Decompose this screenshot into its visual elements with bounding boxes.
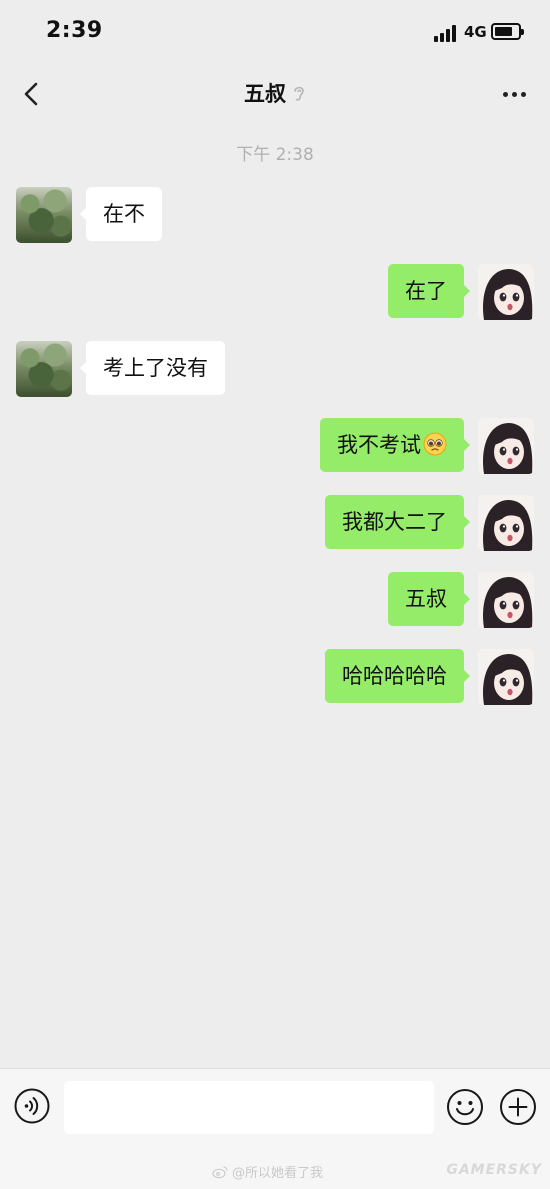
message-row: 在了 (0, 264, 550, 320)
message-text: 在不 (103, 202, 145, 226)
contact-avatar[interactable] (16, 187, 72, 243)
message-text: 哈哈哈哈哈 (342, 664, 447, 688)
self-avatar[interactable] (478, 572, 534, 628)
site-watermark: GAMERSKY (446, 1162, 542, 1178)
outgoing-bubble[interactable]: 我都大二了 (325, 495, 470, 549)
weibo-watermark: @所以她看了我 (212, 1162, 323, 1181)
weibo-icon (212, 1166, 228, 1178)
outgoing-bubble[interactable]: 五叔 (388, 572, 470, 626)
incoming-bubble[interactable]: 考上了没有 (80, 341, 225, 395)
self-avatar[interactable] (478, 418, 534, 474)
plus-icon (500, 1089, 536, 1125)
outgoing-bubble[interactable]: 哈哈哈哈哈 (325, 649, 470, 703)
status-time: 2:39 (46, 18, 103, 43)
anime-girl-avatar-image (478, 649, 534, 705)
self-avatar[interactable] (478, 264, 534, 320)
self-avatar[interactable] (478, 495, 534, 551)
input-bar (0, 1068, 550, 1150)
message-row: 哈哈哈哈哈 (0, 649, 550, 705)
chat-screen: 2:39 4G 五叔 下午 2:38 在不 在了 考上了没有 我不考试 我都大二… (0, 0, 550, 1189)
network-label: 4G (464, 23, 487, 41)
outgoing-bubble[interactable]: 在了 (388, 264, 470, 318)
message-text: 五叔 (405, 587, 447, 611)
message-row: 我不考试 (0, 418, 550, 474)
anime-girl-avatar-image (478, 495, 534, 551)
footer-area: @所以她看了我 GAMERSKY (0, 1150, 550, 1189)
message-row: 我都大二了 (0, 495, 550, 551)
outgoing-bubble[interactable]: 我不考试 (320, 418, 470, 472)
pleading-face-emoji-icon (423, 432, 447, 456)
message-text: 考上了没有 (103, 356, 208, 380)
message-list[interactable]: 下午 2:38 在不 在了 考上了没有 我不考试 我都大二了 五叔 哈哈哈哈哈 (0, 124, 550, 1068)
more-button[interactable] (498, 78, 530, 110)
more-functions-button[interactable] (499, 1088, 537, 1126)
message-row: 在不 (0, 187, 550, 243)
voice-button[interactable] (14, 1088, 50, 1124)
ellipsis-icon (502, 91, 508, 97)
voice-icon (14, 1088, 50, 1124)
anime-girl-avatar-image (478, 264, 534, 320)
weibo-watermark-text: @所以她看了我 (232, 1166, 324, 1181)
nav-bar: 五叔 (0, 64, 550, 124)
message-row: 考上了没有 (0, 341, 550, 397)
signal-icon (434, 24, 460, 42)
status-bar: 2:39 4G (0, 0, 550, 64)
message-text: 我不考试 (337, 433, 421, 457)
message-row: 五叔 (0, 572, 550, 628)
emoji-button[interactable] (446, 1088, 484, 1126)
ear-icon (294, 86, 304, 101)
anime-girl-avatar-image (478, 418, 534, 474)
smiley-icon (447, 1089, 483, 1125)
message-input[interactable] (64, 1081, 434, 1134)
contact-title-wrap: 五叔 (0, 78, 550, 108)
battery-icon (491, 23, 524, 40)
anime-girl-avatar-image (478, 572, 534, 628)
message-text: 在了 (405, 279, 447, 303)
incoming-bubble[interactable]: 在不 (80, 187, 162, 241)
message-text: 我都大二了 (342, 510, 447, 534)
contact-avatar[interactable] (16, 341, 72, 397)
contact-name: 五叔 (244, 82, 286, 106)
chat-timestamp: 下午 2:38 (236, 145, 314, 165)
self-avatar[interactable] (478, 649, 534, 705)
